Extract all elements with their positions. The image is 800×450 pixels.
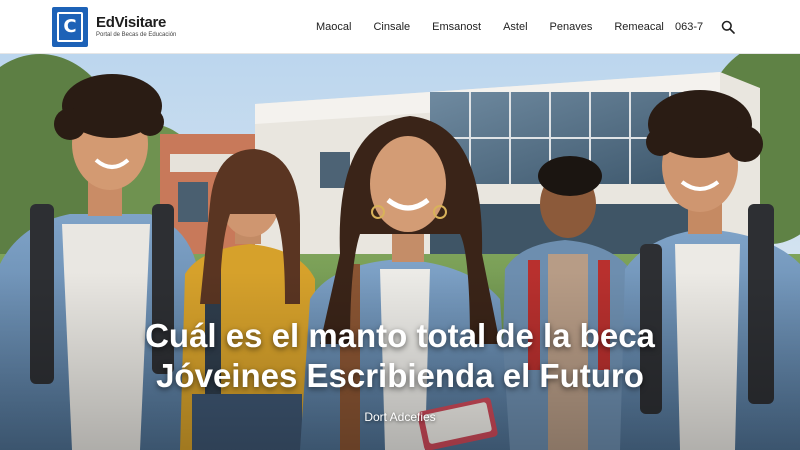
logo-letter: C: [57, 11, 83, 42]
brand-tagline: Portal de Becas de Educación: [96, 31, 177, 38]
brand-name: EdVisitare: [96, 13, 167, 31]
logo[interactable]: C EdVisitare Portal de Becas de Educació…: [52, 6, 177, 47]
nav-item-5[interactable]: Penaves: [550, 21, 593, 33]
hero-banner: Cuál es el manto total de la beca Jóvein…: [0, 54, 800, 450]
phone-number[interactable]: 063-7: [675, 21, 703, 33]
logo-text: EdVisitare Portal de Becas de Educación: [96, 13, 177, 39]
header-actions: 063-7: [675, 0, 735, 54]
hero-headline: Cuál es el manto total de la beca Jóvein…: [0, 316, 800, 396]
search-icon[interactable]: [721, 20, 735, 34]
hero-byline[interactable]: Dort Adcefies: [0, 410, 800, 424]
site-header: C EdVisitare Portal de Becas de Educació…: [0, 0, 800, 54]
nav-item-3[interactable]: Emsanost: [432, 21, 481, 33]
nav-item-2[interactable]: Cinsale: [373, 21, 410, 33]
main-nav: Maocal Cinsale Emsanost Astel Penaves Re…: [316, 0, 664, 54]
headline-line-1: Cuál es el manto total de la beca: [145, 317, 655, 354]
logo-mark-icon: C: [52, 6, 88, 47]
nav-item-4[interactable]: Astel: [503, 21, 527, 33]
nav-item-1[interactable]: Maocal: [316, 21, 351, 33]
nav-item-6[interactable]: Remeacal: [614, 21, 664, 33]
headline-line-2: Jóveines Escribienda el Futuro: [156, 357, 644, 394]
